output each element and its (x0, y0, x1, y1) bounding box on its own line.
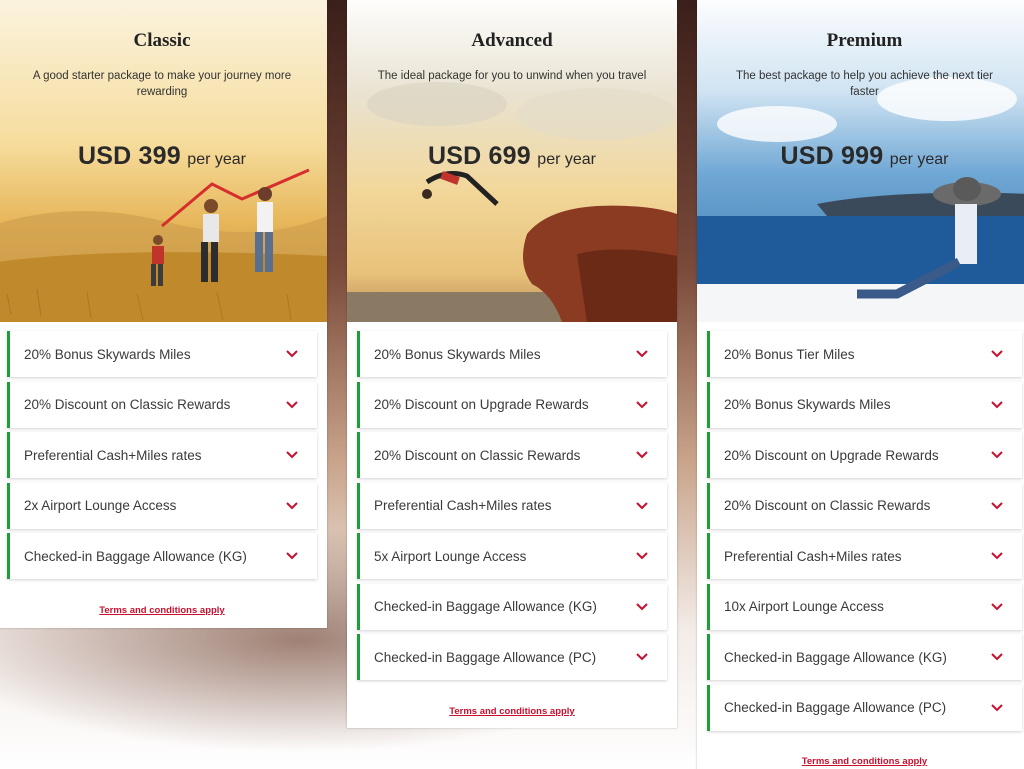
chevron-down-icon[interactable] (285, 398, 299, 412)
benefit-item[interactable]: Checked-in Baggage Allowance (KG) (7, 533, 317, 579)
benefit-label: 20% Bonus Skywards Miles (724, 397, 891, 412)
benefit-item[interactable]: Checked-in Baggage Allowance (PC) (707, 684, 1022, 731)
benefit-item[interactable]: 20% Discount on Classic Rewards (357, 432, 667, 478)
chevron-down-icon[interactable] (635, 347, 649, 361)
benefit-list: 20% Bonus Skywards Miles 20% Discount on… (357, 331, 667, 685)
benefit-label: Checked-in Baggage Allowance (PC) (724, 700, 947, 715)
chevron-down-icon[interactable] (285, 347, 299, 361)
package-card-advanced: Advanced The ideal package for you to un… (347, 0, 677, 728)
price-period: per year (187, 151, 246, 168)
benefit-list: 20% Bonus Tier Miles 20% Bonus Skywards … (707, 331, 1022, 735)
chevron-down-icon[interactable] (635, 549, 649, 563)
package-title: Advanced (471, 30, 553, 51)
price-amount: USD 399 (78, 142, 181, 170)
benefit-label: 20% Discount on Upgrade Rewards (724, 447, 939, 463)
package-price: USD 699 per year (347, 142, 677, 171)
package-card-classic: Classic A good starter package to make y… (0, 0, 327, 628)
benefit-label: Preferential Cash+Miles rates (24, 447, 202, 463)
chevron-down-icon[interactable] (990, 448, 1004, 462)
chevron-down-icon[interactable] (990, 600, 1004, 614)
package-description: A good starter package to make your jour… (32, 70, 292, 98)
price-amount: USD 699 (428, 142, 531, 170)
benefit-item[interactable]: Preferential Cash+Miles rates (7, 432, 317, 478)
benefit-item[interactable]: Preferential Cash+Miles rates (707, 533, 1022, 579)
benefit-label: Checked-in Baggage Allowance (KG) (374, 599, 597, 614)
benefit-label: 2x Airport Lounge Access (24, 498, 177, 513)
benefit-item[interactable]: 5x Airport Lounge Access (357, 533, 667, 579)
chevron-down-icon[interactable] (990, 650, 1004, 664)
benefit-item[interactable]: 10x Airport Lounge Access (707, 583, 1022, 630)
package-description: The best package to help you achieve the… (736, 70, 993, 98)
package-title: Classic (133, 30, 191, 51)
benefit-item[interactable]: Checked-in Baggage Allowance (KG) (707, 634, 1022, 680)
chevron-down-icon[interactable] (990, 499, 1004, 513)
benefit-label: 20% Discount on Classic Rewards (724, 498, 931, 513)
benefit-label: Checked-in Baggage Allowance (KG) (724, 649, 947, 665)
chevron-down-icon[interactable] (990, 549, 1004, 563)
chevron-down-icon[interactable] (635, 499, 649, 513)
chevron-down-icon[interactable] (635, 398, 649, 412)
package-price: USD 999 per year (697, 142, 1024, 171)
benefit-label: 10x Airport Lounge Access (724, 599, 884, 614)
hero-classic: Classic A good starter package to make y… (0, 0, 327, 322)
benefit-item[interactable]: Preferential Cash+Miles rates (357, 482, 667, 529)
benefit-label: Preferential Cash+Miles rates (374, 498, 552, 513)
package-description: The ideal package for you to unwind when… (377, 70, 647, 82)
chevron-down-icon[interactable] (285, 499, 299, 513)
benefit-label: Checked-in Baggage Allowance (PC) (374, 649, 597, 665)
benefit-item[interactable]: Checked-in Baggage Allowance (KG) (357, 583, 667, 630)
benefit-item[interactable]: 20% Bonus Skywards Miles (707, 381, 1022, 428)
benefit-label: Preferential Cash+Miles rates (724, 548, 902, 564)
benefit-item[interactable]: 20% Discount on Upgrade Rewards (357, 381, 667, 428)
hero-premium: Premium The best package to help you ach… (697, 0, 1024, 322)
benefit-label: Checked-in Baggage Allowance (KG) (24, 548, 247, 564)
price-period: per year (889, 151, 949, 168)
benefit-label: 20% Discount on Classic Rewards (24, 397, 231, 412)
benefit-label: 20% Discount on Classic Rewards (374, 447, 581, 463)
chevron-down-icon[interactable] (285, 549, 299, 563)
terms-link[interactable]: Terms and conditions apply (0, 605, 327, 616)
benefit-item[interactable]: 20% Bonus Tier Miles (707, 331, 1022, 377)
chevron-down-icon[interactable] (990, 347, 1004, 361)
price-amount: USD 999 (780, 142, 884, 170)
benefit-item[interactable]: 20% Discount on Classic Rewards (707, 482, 1022, 529)
benefit-label: 20% Discount on Upgrade Rewards (374, 397, 589, 412)
benefit-label: 5x Airport Lounge Access (374, 548, 527, 564)
benefit-item[interactable]: Checked-in Baggage Allowance (PC) (357, 634, 667, 680)
package-price: USD 399 per year (0, 142, 327, 171)
hero-advanced: Advanced The ideal package for you to un… (347, 0, 677, 322)
price-period: per year (537, 151, 596, 168)
terms-link[interactable]: Terms and conditions apply (697, 756, 1024, 767)
terms-link[interactable]: Terms and conditions apply (347, 706, 677, 717)
benefit-label: 20% Bonus Skywards Miles (24, 346, 191, 362)
chevron-down-icon[interactable] (285, 448, 299, 462)
package-title: Premium (826, 30, 903, 51)
benefit-list: 20% Bonus Skywards Miles 20% Discount on… (7, 331, 317, 584)
benefit-item[interactable]: 20% Discount on Upgrade Rewards (707, 432, 1022, 478)
chevron-down-icon[interactable] (635, 600, 649, 614)
benefit-item[interactable]: 20% Discount on Classic Rewards (7, 381, 317, 428)
chevron-down-icon[interactable] (990, 701, 1004, 715)
benefit-label: 20% Bonus Tier Miles (724, 346, 855, 362)
chevron-down-icon[interactable] (990, 398, 1004, 412)
benefit-item[interactable]: 2x Airport Lounge Access (7, 482, 317, 529)
package-card-premium: Premium The best package to help you ach… (697, 0, 1024, 769)
benefit-item[interactable]: 20% Bonus Skywards Miles (357, 331, 667, 377)
chevron-down-icon[interactable] (635, 650, 649, 664)
chevron-down-icon[interactable] (635, 448, 649, 462)
benefit-label: 20% Bonus Skywards Miles (374, 346, 541, 362)
benefit-item[interactable]: 20% Bonus Skywards Miles (7, 331, 317, 377)
